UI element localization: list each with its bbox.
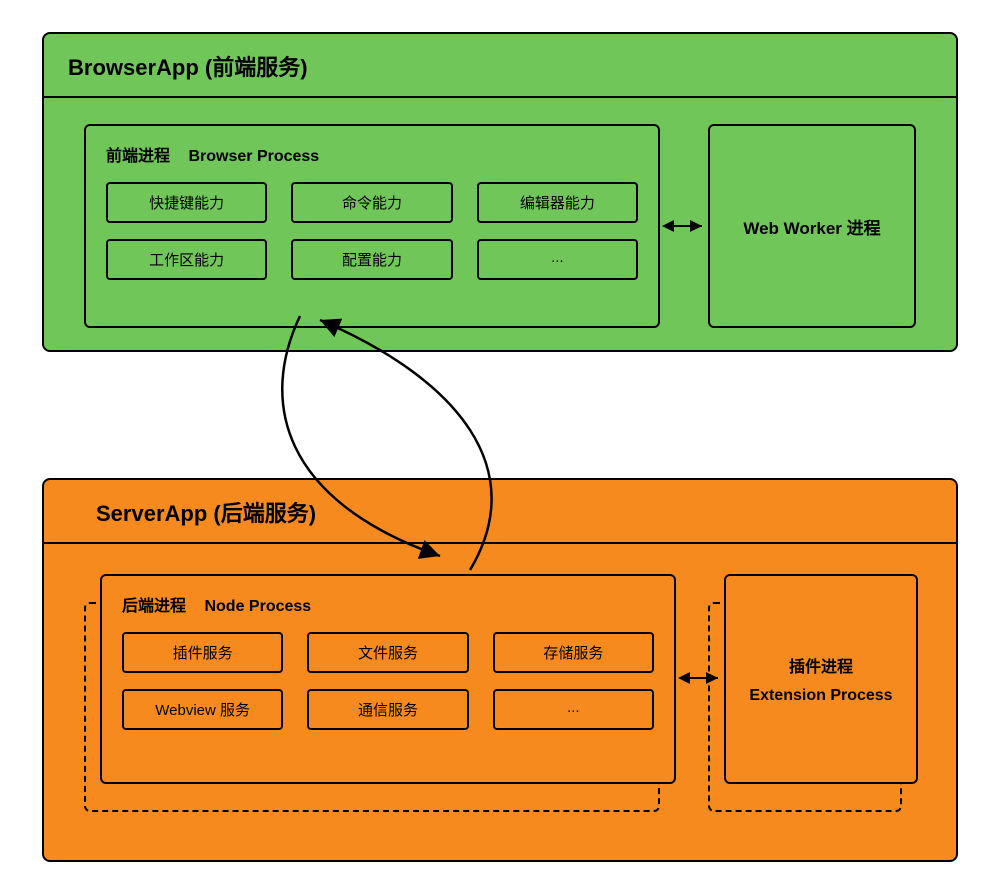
cap-item: Webview 服务 bbox=[122, 689, 283, 730]
node-process-zh: 后端进程 bbox=[122, 598, 186, 615]
browser-process-zh: 前端进程 bbox=[106, 148, 170, 165]
node-process-header: 后端进程 Node Process bbox=[102, 576, 674, 624]
server-app-body: 后端进程 Node Process 插件服务 文件服务 存储服务 Webview… bbox=[44, 544, 956, 868]
node-process-box: 后端进程 Node Process 插件服务 文件服务 存储服务 Webview… bbox=[100, 574, 676, 784]
cap-item: 存储服务 bbox=[493, 632, 654, 673]
cap-item: 快捷键能力 bbox=[106, 182, 267, 223]
extension-line2: Extension Process bbox=[749, 687, 892, 705]
browser-process-header: 前端进程 Browser Process bbox=[86, 126, 658, 174]
server-caps-grid: 插件服务 文件服务 存储服务 Webview 服务 通信服务 ... bbox=[102, 624, 674, 748]
browser-caps-grid: 快捷键能力 命令能力 编辑器能力 工作区能力 配置能力 ... bbox=[86, 174, 658, 298]
browser-app-container: BrowserApp (前端服务) 前端进程 Browser Process 快… bbox=[42, 32, 958, 352]
cap-item: ... bbox=[477, 239, 638, 280]
cap-item: 配置能力 bbox=[291, 239, 452, 280]
cap-item: 插件服务 bbox=[122, 632, 283, 673]
node-process-en: Node Process bbox=[204, 598, 311, 615]
cap-item: 编辑器能力 bbox=[477, 182, 638, 223]
cap-item: 文件服务 bbox=[307, 632, 468, 673]
browser-process-box: 前端进程 Browser Process 快捷键能力 命令能力 编辑器能力 工作… bbox=[84, 124, 660, 328]
server-app-container: ServerApp (后端服务) 后端进程 Node Process 插件服务 … bbox=[42, 478, 958, 862]
webworker-box: Web Worker 进程 bbox=[708, 124, 916, 328]
extension-process-box: 插件进程 Extension Process bbox=[724, 574, 918, 784]
browser-app-body: 前端进程 Browser Process 快捷键能力 命令能力 编辑器能力 工作… bbox=[44, 98, 956, 358]
cap-item: 命令能力 bbox=[291, 182, 452, 223]
cap-item: 通信服务 bbox=[307, 689, 468, 730]
browser-process-en: Browser Process bbox=[188, 148, 319, 165]
server-app-title: ServerApp (后端服务) bbox=[44, 480, 956, 544]
cap-item: 工作区能力 bbox=[106, 239, 267, 280]
extension-line1: 插件进程 bbox=[789, 653, 853, 677]
cap-item: ... bbox=[493, 689, 654, 730]
browser-app-title: BrowserApp (前端服务) bbox=[44, 34, 956, 98]
webworker-label: Web Worker 进程 bbox=[743, 214, 880, 239]
